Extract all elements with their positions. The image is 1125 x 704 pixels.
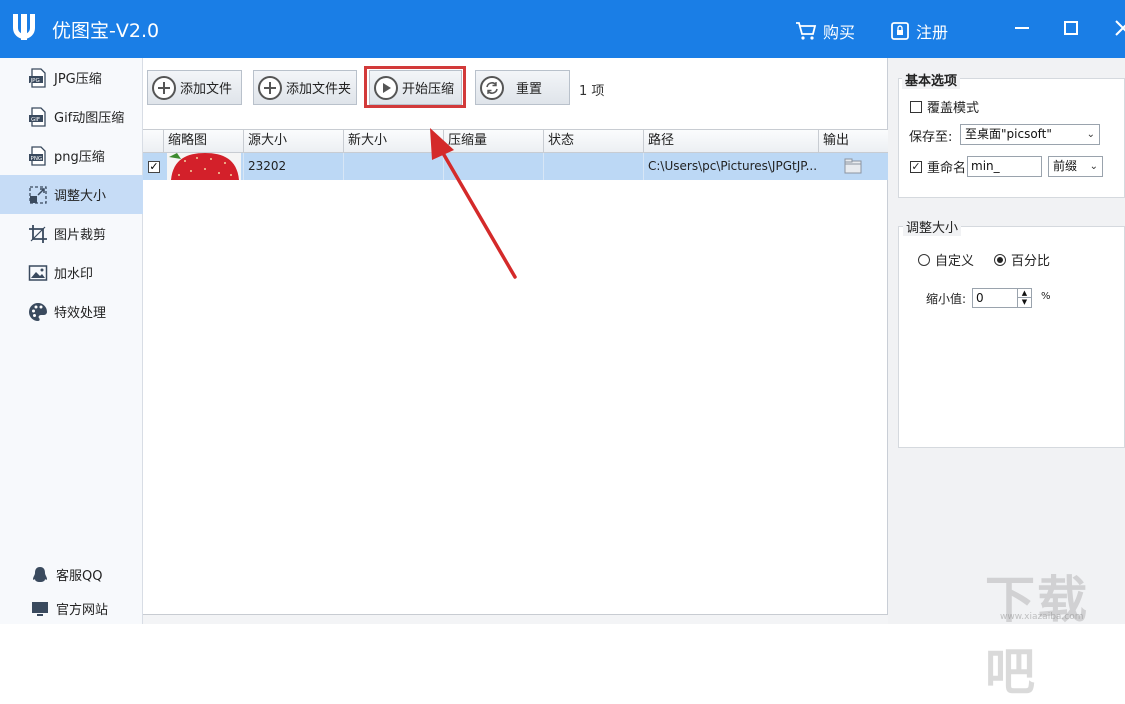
affix-select[interactable]: 前缀 ⌄ xyxy=(1048,156,1103,177)
cell-source-size: 23202 xyxy=(243,153,343,180)
sidebar: JPG JPG压缩 GIF Gif动图压缩 PNG png压缩 调整大小 图片裁… xyxy=(0,58,143,624)
column-header-output[interactable]: 输出 xyxy=(818,130,888,152)
add-folder-label: 添加文件夹 xyxy=(286,82,352,97)
custom-radio-button[interactable] xyxy=(918,253,930,266)
jpg-file-icon: JPG xyxy=(29,67,46,88)
overwrite-checkbox[interactable]: 覆盖模式 xyxy=(910,97,979,116)
custom-radio[interactable]: 自定义 xyxy=(918,250,974,269)
horizontal-scrollbar[interactable] xyxy=(143,614,888,624)
sidebar-item-label: 图片裁剪 xyxy=(54,228,107,243)
site-watermark: 下载吧 xyxy=(985,571,1089,701)
png-file-icon: PNG xyxy=(29,145,46,166)
resize-icon xyxy=(29,185,47,204)
sidebar-item-label: Gif动图压缩 xyxy=(54,111,125,126)
register-button[interactable]: 注册 xyxy=(890,19,948,43)
refresh-icon xyxy=(480,75,504,100)
percent-radio-button[interactable] xyxy=(994,253,1006,266)
plus-icon xyxy=(152,75,176,100)
site-watermark-url: www.xiazaiba.com xyxy=(1000,612,1084,622)
rename-checkbox[interactable]: ✓ 重命名 xyxy=(910,157,966,176)
rename-check-box[interactable]: ✓ xyxy=(910,160,922,173)
reset-label: 重置 xyxy=(516,82,543,97)
sidebar-item-label: 调整大小 xyxy=(54,189,107,204)
svg-text:JPG: JPG xyxy=(30,78,40,84)
basic-options-title: 基本选项 xyxy=(902,70,961,89)
register-lock-icon xyxy=(891,22,909,40)
app-logo-icon xyxy=(13,14,35,40)
sidebar-item-png[interactable]: PNG png压缩 xyxy=(0,136,143,175)
cell-path: C:\Users\pc\Pictures\JPGtJP... xyxy=(643,153,818,180)
title-bar: 优图宝-V2.0 购买 注册 xyxy=(0,0,1125,58)
sidebar-item-label: 客服QQ xyxy=(56,569,103,584)
svg-text:GIF: GIF xyxy=(31,117,40,123)
sidebar-item-effects[interactable]: 特效处理 xyxy=(0,292,143,331)
plus-icon xyxy=(258,75,282,100)
spin-up-icon[interactable]: ▲ xyxy=(1017,289,1031,298)
reset-button[interactable]: 重置 xyxy=(475,70,570,105)
minimize-icon[interactable] xyxy=(1008,14,1036,42)
overwrite-label: 覆盖模式 xyxy=(927,101,980,116)
app-title: 优图宝-V2.0 xyxy=(52,20,160,42)
buy-label: 购买 xyxy=(823,23,856,42)
column-header-path[interactable]: 路径 xyxy=(643,130,818,152)
sidebar-item-label: JPG压缩 xyxy=(54,72,102,87)
sidebar-item-label: 加水印 xyxy=(54,267,94,282)
sidebar-item-label: 官方网站 xyxy=(56,603,109,618)
percent-radio[interactable]: 百分比 xyxy=(994,250,1050,269)
annotation-arrow xyxy=(430,128,517,279)
sidebar-item-resize[interactable]: 调整大小 xyxy=(0,175,143,214)
sidebar-item-watermark[interactable]: 加水印 xyxy=(0,253,143,292)
watermark-image-icon xyxy=(28,264,48,281)
overwrite-check-box[interactable] xyxy=(910,100,922,113)
start-button-highlight xyxy=(364,66,466,108)
rename-label: 重命名 xyxy=(927,161,967,176)
percent-label: 百分比 xyxy=(1011,254,1051,269)
sidebar-item-label: png压缩 xyxy=(54,150,105,165)
column-header-status[interactable]: 状态 xyxy=(543,130,643,152)
crop-icon xyxy=(29,224,47,243)
strawberry-thumbnail xyxy=(167,153,241,180)
sidebar-item-crop[interactable]: 图片裁剪 xyxy=(0,214,143,253)
cart-icon xyxy=(796,22,817,40)
buy-button[interactable]: 购买 xyxy=(795,19,855,43)
add-file-button[interactable]: 添加文件 xyxy=(147,70,242,105)
palette-icon xyxy=(29,302,47,321)
output-folder-icon[interactable] xyxy=(844,158,862,174)
save-to-select[interactable]: 至桌面"picsoft" ⌄ xyxy=(960,124,1100,145)
shrink-value-label: 缩小值: xyxy=(926,292,967,306)
item-count: 1 项 xyxy=(579,84,605,99)
affix-value: 前缀 xyxy=(1053,159,1078,173)
add-file-label: 添加文件 xyxy=(180,82,233,97)
maximize-icon[interactable] xyxy=(1057,14,1085,42)
sidebar-item-website[interactable]: 官方网站 xyxy=(0,589,143,628)
shrink-value-stepper[interactable]: 0 ▲ ▼ xyxy=(972,288,1032,308)
sidebar-item-label: 特效处理 xyxy=(54,306,107,321)
save-to-label: 保存至: xyxy=(909,130,953,145)
cell-status xyxy=(543,153,643,180)
row-checkbox[interactable]: ✓ xyxy=(148,161,160,173)
custom-label: 自定义 xyxy=(935,254,975,269)
add-folder-button[interactable]: 添加文件夹 xyxy=(253,70,357,105)
chevron-down-icon: ⌄ xyxy=(1086,129,1095,140)
sidebar-item-gif[interactable]: GIF Gif动图压缩 xyxy=(0,97,143,136)
save-to-value: 至桌面"picsoft" xyxy=(965,127,1052,141)
chevron-down-icon: ⌄ xyxy=(1089,161,1098,172)
resize-options-title: 调整大小 xyxy=(903,217,962,236)
unit-label: % xyxy=(1041,291,1051,302)
rename-input[interactable]: min_ xyxy=(967,156,1042,177)
monitor-icon xyxy=(32,601,48,616)
close-icon[interactable] xyxy=(1110,14,1125,42)
spin-down-icon[interactable]: ▼ xyxy=(1017,298,1031,307)
qq-penguin-icon xyxy=(33,566,47,582)
gif-file-icon: GIF xyxy=(29,106,46,127)
register-label: 注册 xyxy=(916,23,949,42)
svg-text:PNG: PNG xyxy=(31,156,43,162)
sidebar-item-jpg[interactable]: JPG JPG压缩 xyxy=(0,58,143,97)
column-header-source-size[interactable]: 源大小 xyxy=(243,130,343,152)
shrink-value: 0 xyxy=(976,291,984,305)
column-header-thumbnail[interactable]: 缩略图 xyxy=(163,130,243,152)
